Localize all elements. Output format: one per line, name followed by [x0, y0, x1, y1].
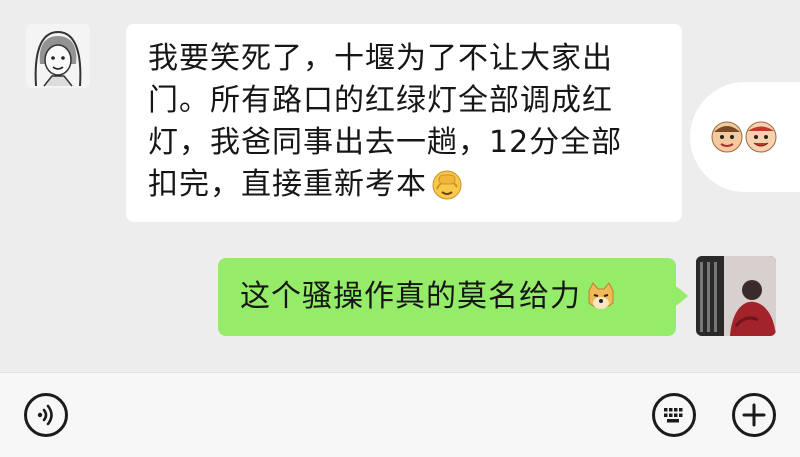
input-toolbar — [0, 372, 800, 457]
sticker-card[interactable] — [690, 82, 800, 192]
incoming-message-bubble[interactable]: 我要笑死了，十堰为了不让大家出 门。所有路口的红绿灯全部调成红 灯，我爸同事出去… — [126, 24, 682, 222]
cartoon-face-icon — [710, 120, 744, 158]
outgoing-message-bubble[interactable]: 这个骚操作真的莫名给力 — [218, 258, 688, 336]
message-line: 扣完，直接重新考本 — [148, 164, 682, 213]
message-line: 门。所有路口的红绿灯全部调成红 — [148, 83, 613, 118]
chat-area: 我要笑死了，十堰为了不让大家出 门。所有路口的红绿灯全部调成红 灯，我爸同事出去… — [0, 0, 800, 372]
message-line: 灯，我爸同事出去一趟，12分全部 — [148, 125, 623, 160]
message-line-text: 扣完，直接重新考本 — [148, 167, 427, 202]
message-text: 这个骚操作真的莫名给力 — [240, 279, 581, 314]
keyboard-icon[interactable] — [652, 393, 696, 437]
message-line: 我要笑死了，十堰为了不让大家出 — [148, 41, 613, 76]
voice-icon[interactable] — [24, 393, 68, 437]
facepalm-emoji-icon — [431, 169, 463, 213]
sender-avatar[interactable] — [26, 24, 90, 88]
self-avatar[interactable] — [696, 256, 776, 336]
plus-icon[interactable] — [732, 393, 776, 437]
doge-emoji-icon — [585, 281, 617, 325]
cartoon-face-icon — [744, 120, 778, 158]
